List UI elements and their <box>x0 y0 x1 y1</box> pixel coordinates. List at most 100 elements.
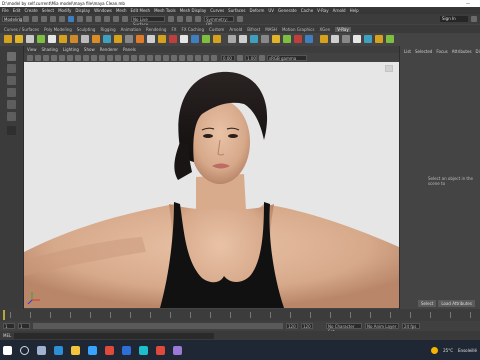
shelf-tab-bifrost[interactable]: Bifrost <box>247 27 260 32</box>
render-settings-icon[interactable] <box>195 16 201 22</box>
shelf-tool-icon[interactable] <box>191 35 199 43</box>
media-icon[interactable] <box>156 345 165 355</box>
shelf-tab-mash[interactable]: MASH <box>265 27 277 32</box>
shelf-tool-icon[interactable] <box>15 35 23 43</box>
shelf-tab-xgen[interactable]: XGen <box>319 27 330 32</box>
gate-mask-icon[interactable] <box>83 54 89 61</box>
ipr-render-icon[interactable] <box>186 16 192 22</box>
paint-select-tool-icon[interactable] <box>7 76 16 85</box>
weather-icon[interactable] <box>431 346 439 354</box>
menu-display[interactable]: Display <box>75 8 90 13</box>
windows-start-icon[interactable] <box>3 345 12 355</box>
shelf-tab-arnold[interactable]: Arnold <box>229 27 242 32</box>
shelf-tool-icon[interactable] <box>272 35 280 43</box>
range-bar[interactable] <box>33 323 283 329</box>
render-view-icon[interactable] <box>168 16 174 22</box>
search-icon[interactable] <box>20 345 29 355</box>
weather-temp[interactable]: 25°C <box>443 348 453 353</box>
shelf-tool-icon[interactable] <box>364 35 372 43</box>
anim-layer-dropdown[interactable]: No Anim Layer <box>365 323 399 329</box>
menu-modify[interactable]: Modify <box>58 8 71 13</box>
menu-curves[interactable]: Curves <box>210 8 224 13</box>
undo-icon[interactable] <box>50 16 56 22</box>
shelf-tab-fx[interactable]: FX <box>171 27 176 32</box>
x-ray-joints-icon[interactable] <box>203 54 209 61</box>
object-details-icon[interactable] <box>237 16 243 22</box>
menu-surfaces[interactable]: Surfaces <box>228 8 245 13</box>
camera-attributes-icon[interactable] <box>35 54 41 61</box>
edge-icon[interactable] <box>54 345 63 355</box>
shelf-tool-icon[interactable] <box>147 35 155 43</box>
lasso-tool-icon[interactable] <box>7 64 16 73</box>
select-button[interactable]: Select <box>418 300 437 307</box>
isolate-select-icon[interactable] <box>187 54 193 61</box>
mel-label[interactable]: MEL <box>3 333 11 338</box>
shelf-tool-icon[interactable] <box>261 35 269 43</box>
menu-help[interactable]: Help <box>350 8 359 13</box>
field-chart-icon[interactable] <box>91 54 97 61</box>
outliner-list-icon[interactable] <box>7 126 16 135</box>
playback-end-field[interactable]: 120 <box>286 323 298 329</box>
shelf-tool-icon[interactable] <box>81 35 89 43</box>
shelf-tool-icon[interactable] <box>180 35 188 43</box>
select-by-component-icon[interactable] <box>86 16 92 22</box>
attr-tab-selected[interactable]: Selected <box>415 49 432 54</box>
panel-menu-panels[interactable]: Panels <box>123 47 136 52</box>
shelf-tool-icon[interactable] <box>114 35 122 43</box>
shadows-icon[interactable] <box>155 54 161 61</box>
menu-cache[interactable]: Cache <box>301 8 313 13</box>
image-plane-icon[interactable] <box>51 54 57 61</box>
weather-desc[interactable]: Ensoleillé <box>458 348 477 353</box>
gamma-icon[interactable] <box>237 54 243 61</box>
grid-icon[interactable] <box>59 54 65 61</box>
command-input[interactable] <box>14 332 215 339</box>
shelf-tool-icon[interactable] <box>37 35 45 43</box>
menu-mesh[interactable]: Mesh <box>116 8 127 13</box>
file-explorer-icon[interactable] <box>71 345 80 355</box>
symmetry-dropdown[interactable]: Symmetry: Off <box>204 16 234 27</box>
snap-curve-icon[interactable] <box>104 16 110 22</box>
ambient-occlusion-icon[interactable] <box>163 54 169 61</box>
select-tool-icon[interactable] <box>7 52 16 61</box>
maya-icon[interactable] <box>139 345 148 355</box>
redo-icon[interactable] <box>59 16 65 22</box>
chrome-icon[interactable] <box>105 345 114 355</box>
shelf-tool-icon[interactable] <box>320 35 328 43</box>
menu-edit-mesh[interactable]: Edit Mesh <box>131 8 151 13</box>
minimize-button[interactable]: — <box>466 0 470 7</box>
shelf-tool-icon[interactable] <box>353 35 361 43</box>
panel-menu-lighting[interactable]: Lighting <box>63 47 79 52</box>
shelf-tool-icon[interactable] <box>213 35 221 43</box>
smooth-shade-icon[interactable] <box>123 54 129 61</box>
snap-point-icon[interactable] <box>113 16 119 22</box>
view-cube[interactable] <box>385 65 393 72</box>
shelf-tab-v-ray[interactable]: V-Ray <box>335 26 351 32</box>
shelf-tool-icon[interactable] <box>283 35 291 43</box>
live-surface-field[interactable]: No Live Surface <box>131 16 165 27</box>
photoshop-icon[interactable] <box>122 345 131 355</box>
shelf-tab-rendering[interactable]: Rendering <box>146 27 166 32</box>
store-icon[interactable] <box>88 345 97 355</box>
menu-windows[interactable]: Windows <box>94 8 112 13</box>
shelf-tab-animation[interactable]: Animation <box>121 27 141 32</box>
shelf-tool-icon[interactable] <box>375 35 383 43</box>
panel-menu-show[interactable]: Show <box>84 47 95 52</box>
backface-culling-icon[interactable] <box>211 54 217 61</box>
render-icon[interactable] <box>177 16 183 22</box>
wireframe-icon[interactable] <box>115 54 121 61</box>
3d-viewport[interactable] <box>24 62 399 308</box>
snap-grid-icon[interactable] <box>95 16 101 22</box>
shelf-tool-icon[interactable] <box>26 35 34 43</box>
snap-view-plane-icon[interactable] <box>122 16 128 22</box>
menu-v-ray[interactable]: V-Ray <box>317 8 328 13</box>
panel-menu-renderer[interactable]: Renderer <box>100 47 118 52</box>
x-ray-icon[interactable] <box>195 54 201 61</box>
shelf-tool-icon[interactable] <box>158 35 166 43</box>
scale-tool-icon[interactable] <box>7 112 16 121</box>
resolution-gate-icon[interactable] <box>75 54 81 61</box>
menu-file[interactable]: File <box>2 8 9 13</box>
open-scene-icon[interactable] <box>32 16 38 22</box>
shelf-tool-icon[interactable] <box>92 35 100 43</box>
range-start-field[interactable]: 1 <box>3 323 15 329</box>
film-gate-icon[interactable] <box>67 54 73 61</box>
